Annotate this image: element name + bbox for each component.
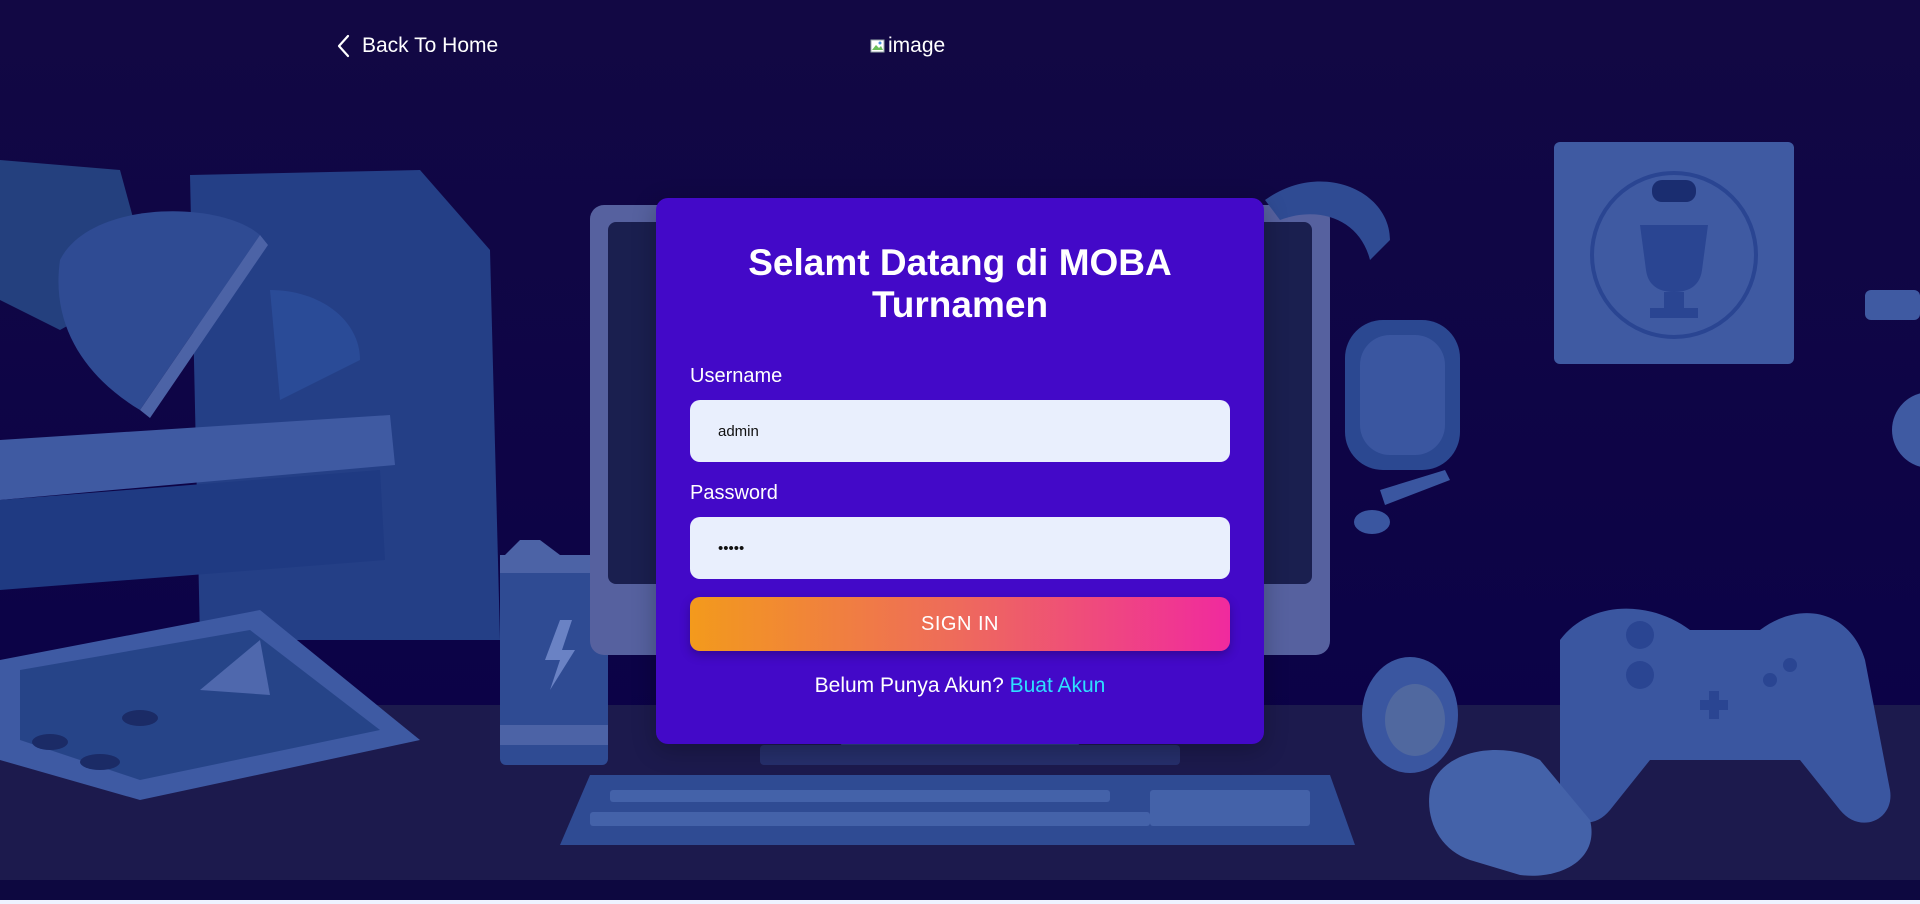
keyboard-illustration [560, 775, 1355, 845]
logo-image[interactable]: image [870, 34, 945, 58]
login-card: Selamt Datang di MOBA Turnamen Username … [656, 198, 1264, 744]
broken-image-icon [870, 39, 885, 53]
username-label: Username [690, 365, 783, 387]
chevron-left-icon [337, 34, 350, 58]
login-title-line-2: Turnamen [871, 284, 1049, 325]
speaker-illustration [1362, 657, 1458, 773]
signup-prompt-row: Belum Punya Akun? Buat Akun [656, 674, 1264, 698]
password-label: Password [690, 482, 778, 504]
logo-alt-text: image [888, 34, 946, 57]
username-input[interactable] [690, 400, 1230, 462]
top-nav: Back To Home image [0, 0, 1920, 100]
signup-prompt: Belum Punya Akun? [814, 674, 1004, 697]
sign-in-button[interactable]: SIGN IN [690, 597, 1230, 651]
back-to-home-link[interactable]: Back To Home [336, 34, 498, 58]
login-title-line-1: Selamt Datang di MOBA [748, 242, 1172, 283]
back-to-home-label: Back To Home [362, 34, 499, 57]
create-account-link[interactable]: Buat Akun [1010, 674, 1106, 697]
password-input[interactable] [690, 517, 1230, 579]
footer-line [0, 900, 1920, 904]
trophy-plaque-illustration [1554, 142, 1794, 364]
login-title: Selamt Datang di MOBA Turnamen [656, 242, 1264, 326]
